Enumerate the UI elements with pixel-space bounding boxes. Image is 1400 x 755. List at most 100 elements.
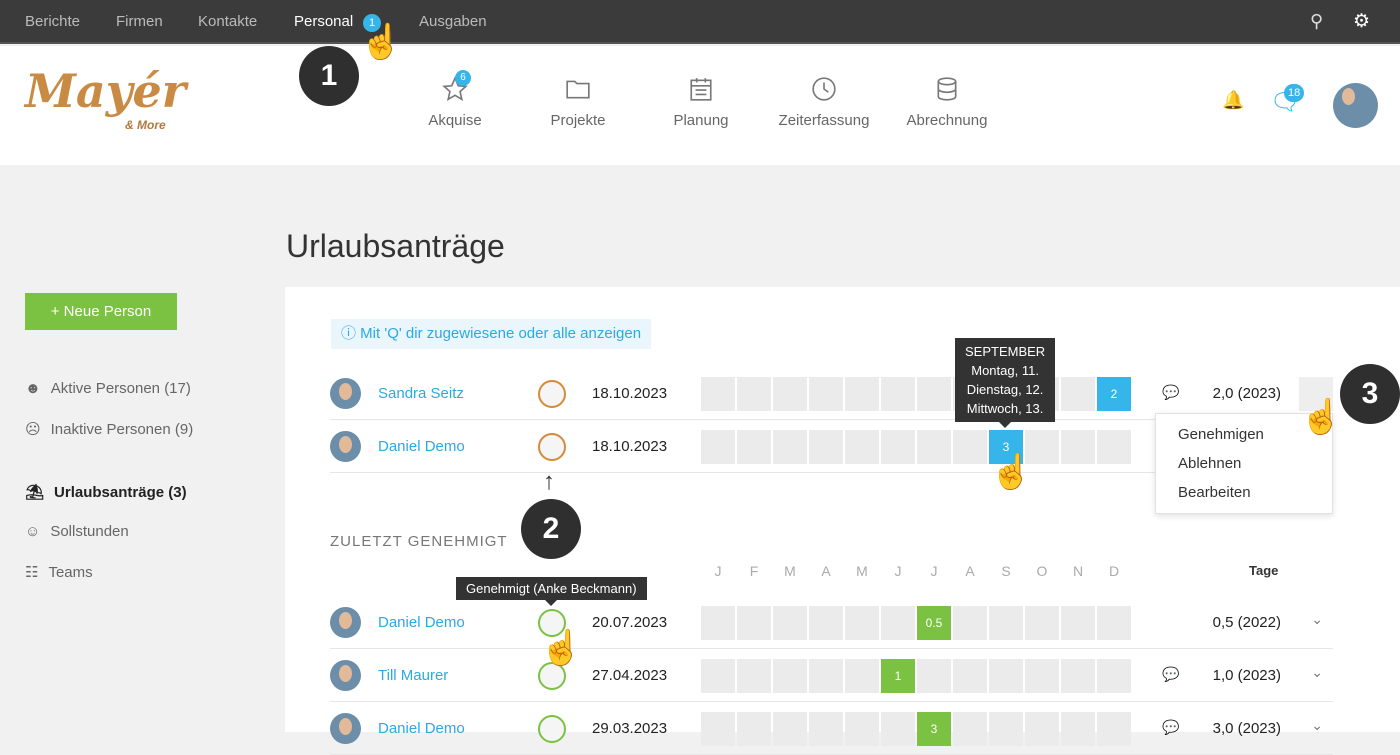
person-name-link[interactable]: Daniel Demo	[378, 438, 465, 455]
month-cell	[953, 430, 987, 464]
month-cell	[917, 659, 951, 693]
person-name-link[interactable]: Till Maurer	[378, 667, 448, 684]
approver-avatar[interactable]	[538, 715, 566, 743]
nav-abrechnung[interactable]: Abrechnung	[892, 76, 1002, 129]
info-filter-link[interactable]: ⓘ Mit 'Q' dir zugewiesene oder alle anze…	[331, 319, 652, 349]
nav-label: Projekte	[550, 112, 606, 129]
nav-projekte[interactable]: Projekte	[523, 76, 633, 129]
user-icon: ☻	[25, 380, 41, 397]
month-label: J	[714, 563, 722, 579]
sidebar-label: Aktive Personen (17)	[50, 380, 191, 397]
month-cell	[1025, 606, 1059, 640]
sidebar-item-inactive[interactable]: ☹ Inaktive Personen (9)	[25, 420, 194, 439]
nav-akquise[interactable]: Akquise	[400, 76, 510, 129]
comment-icon[interactable]: 💬	[1162, 384, 1179, 401]
request-date: 18.10.2023	[592, 385, 668, 402]
avatar	[330, 660, 361, 691]
month-label: D	[1108, 563, 1120, 579]
info-icon: ⓘ	[341, 325, 361, 342]
month-cell	[845, 712, 879, 746]
month-cell	[845, 430, 879, 464]
person-name-link[interactable]: Sandra Seitz	[378, 385, 464, 402]
month-cell	[773, 659, 807, 693]
teams-icon: ☷	[25, 564, 39, 581]
month-cell	[809, 430, 843, 464]
sidebar-label: Inaktive Personen (9)	[50, 420, 194, 438]
month-cell	[989, 659, 1023, 693]
nav-label: Zeiterfassung	[778, 112, 870, 129]
month-label: M	[856, 563, 868, 579]
nav-label: Abrechnung	[906, 112, 988, 129]
tooltip-line: Mittwoch, 13.	[966, 401, 1044, 416]
month-cell	[1061, 377, 1095, 411]
nav-label: Planung	[673, 112, 729, 129]
month-cell[interactable]: 3	[917, 712, 951, 746]
month-cell	[989, 712, 1023, 746]
month-cell	[773, 606, 807, 640]
month-cell[interactable]: 2	[1097, 377, 1131, 411]
info-text: Mit 'Q' dir zugewiesene oder alle anzeig…	[360, 325, 642, 342]
days-header: Tage	[1249, 563, 1279, 578]
month-cell	[953, 659, 987, 693]
topnav-personal[interactable]: Personal	[294, 13, 353, 30]
topnav-kontakte[interactable]: Kontakte	[198, 13, 257, 30]
pointer-hand-icon: ☝	[360, 23, 403, 61]
chevron-down-icon[interactable]: ⌄	[1311, 717, 1323, 734]
gear-icon[interactable]: ⚙	[1353, 10, 1370, 33]
month-label: A	[965, 563, 975, 579]
person-name-link[interactable]: Daniel Demo	[378, 720, 465, 737]
month-cell	[773, 430, 807, 464]
avatar	[330, 607, 361, 638]
chevron-down-icon[interactable]: ⌄	[1311, 611, 1323, 628]
search-icon[interactable]: ⚲	[1310, 11, 1323, 32]
menu-reject[interactable]: Ablehnen	[1156, 455, 1332, 484]
menu-edit[interactable]: Bearbeiten	[1156, 484, 1332, 513]
user-avatar[interactable]	[1333, 83, 1378, 128]
approver-tooltip: Genehmigt (Anke Beckmann)	[456, 577, 647, 606]
sidebar-item-teams[interactable]: ☷ Teams	[25, 563, 93, 582]
user-clock-icon: ☺	[25, 523, 41, 540]
sidebar-item-vacation[interactable]: ⛱ Urlaubsanträge (3)	[25, 483, 187, 502]
month-cell	[1097, 659, 1131, 693]
month-cell	[845, 377, 879, 411]
month-cell	[701, 377, 735, 411]
sidebar-item-active[interactable]: ☻ Aktive Personen (17)	[25, 380, 191, 397]
database-icon	[937, 77, 957, 101]
callout-3: 3	[1340, 364, 1400, 424]
person-name-link[interactable]: Daniel Demo	[378, 614, 465, 631]
month-cell	[809, 606, 843, 640]
bell-icon[interactable]: 🔔	[1222, 90, 1244, 111]
comment-icon[interactable]: 💬	[1162, 666, 1179, 683]
logo[interactable]: Mayér & More	[25, 64, 186, 132]
month-cell[interactable]: 0.5	[917, 606, 951, 640]
pointer-hand-icon: ☝	[1300, 398, 1343, 436]
sidebar-label: Sollstunden	[50, 523, 129, 540]
days-total: 1,0 (2023)	[1212, 667, 1281, 684]
nav-planung[interactable]: Planung	[646, 76, 756, 129]
month-cell	[809, 712, 843, 746]
approver-avatar[interactable]	[538, 433, 566, 461]
chevron-down-icon[interactable]: ⌄	[1311, 664, 1323, 681]
approver-avatar[interactable]	[538, 380, 566, 408]
month-timeline: 2	[701, 377, 1131, 411]
month-cell	[845, 606, 879, 640]
comment-icon[interactable]: 💬	[1162, 719, 1179, 736]
topnav-ausgaben[interactable]: Ausgaben	[419, 13, 487, 30]
month-cell	[1097, 606, 1131, 640]
month-cell	[701, 712, 735, 746]
messages-badge: 18	[1284, 84, 1305, 102]
topnav-berichte[interactable]: Berichte	[25, 13, 80, 30]
request-date: 27.04.2023	[592, 667, 668, 684]
sidebar-item-target-hours[interactable]: ☺ Sollstunden	[25, 523, 129, 540]
new-person-button[interactable]: + Neue Person	[25, 293, 177, 330]
month-cell	[701, 430, 735, 464]
topnav-firmen[interactable]: Firmen	[116, 13, 163, 30]
month-cell[interactable]: 1	[881, 659, 915, 693]
month-timeline: 0.5	[701, 606, 1131, 640]
month-label: O	[1036, 563, 1048, 579]
sidebar-label: Urlaubsanträge (3)	[54, 483, 187, 501]
page-title: Urlaubsanträge	[286, 228, 505, 264]
nav-zeiterfassung[interactable]: Zeiterfassung	[769, 76, 879, 129]
pointer-hand-icon: ☝	[540, 629, 583, 667]
table-row: Till Maurer 27.04.2023 1 💬 1,0 (2023) ⌄	[330, 650, 1333, 702]
